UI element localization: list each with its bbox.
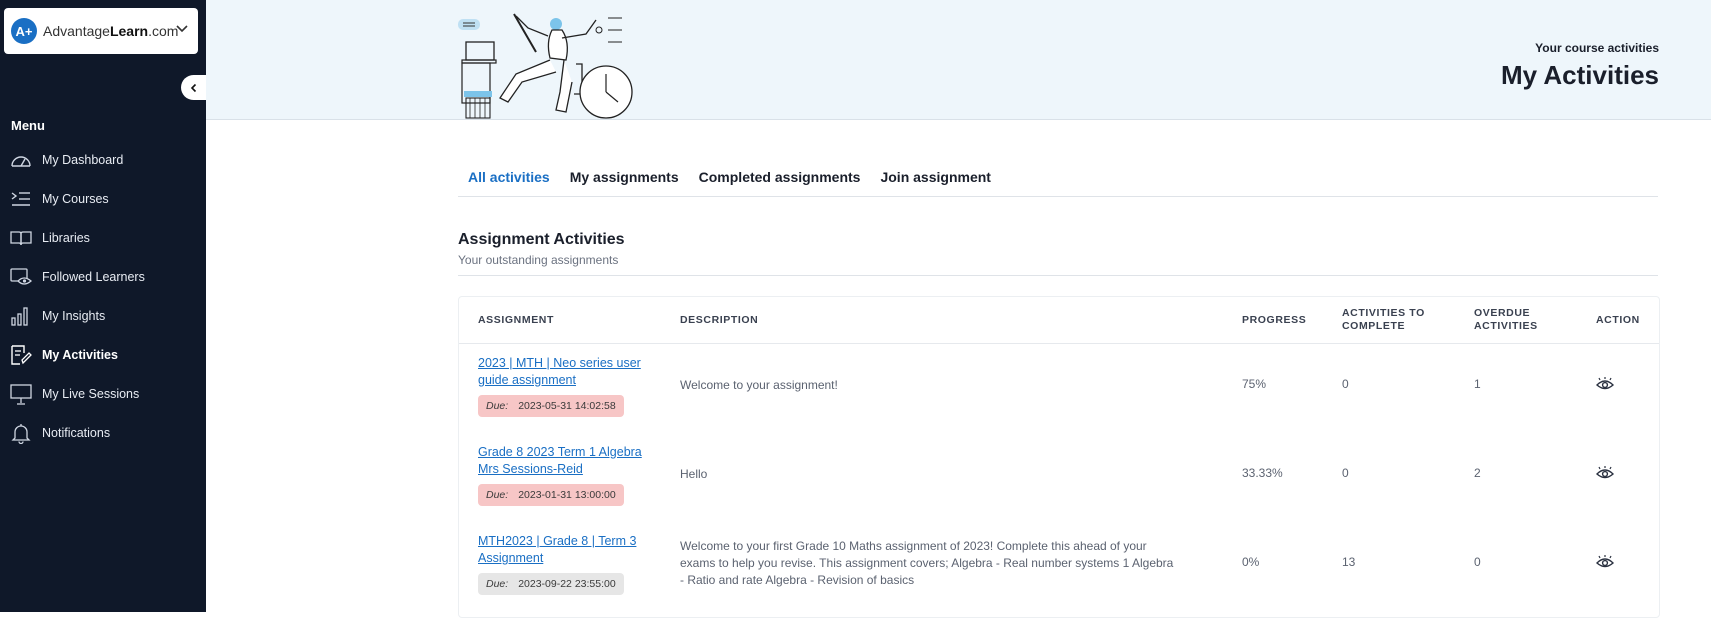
sidebar-item-label: My Dashboard [42,152,124,167]
sidebar-item-live-sessions[interactable]: My Live Sessions [0,374,206,413]
dashboard-gauge-icon [10,149,32,171]
brand-name: AdvantageLearn.com [43,23,178,39]
sidebar-nav: My Dashboard My Courses Libraries Follow… [0,140,206,452]
sidebar-item-followed-learners[interactable]: Followed Learners [0,257,206,296]
column-header-description: DESCRIPTION [680,314,759,326]
header-subtitle: Your course activities [1535,41,1659,55]
tab-my-assignments[interactable]: My assignments [570,160,679,196]
column-header-activities: ACTIVITIES TO COMPLETE [1342,307,1425,333]
activities-to-complete-cell: 0 [1342,377,1349,391]
due-label: Due: [486,489,509,501]
due-date: 2023-05-31 14:02:58 [518,400,616,412]
sidebar-item-courses[interactable]: My Courses [0,179,206,218]
sidebar-item-libraries[interactable]: Libraries [0,218,206,257]
courses-list-icon [10,188,32,210]
column-header-action: ACTION [1596,314,1640,326]
page-title: My Activities [1501,60,1659,90]
eye-card-icon [10,266,32,288]
chevron-down-icon[interactable] [175,22,189,36]
menu-title: Menu [11,118,45,133]
sidebar-item-label: My Courses [42,191,109,206]
sidebar-item-label: Notifications [42,425,111,440]
assignments-table: ASSIGNMENT DESCRIPTION PROGRESS ACTIVITI… [458,296,1660,618]
view-eye-icon[interactable] [1596,377,1614,391]
progress-cell: 0% [1242,555,1260,569]
activities-to-complete-cell: 13 [1342,555,1356,569]
sidebar-item-notifications[interactable]: Notifications [0,413,206,452]
sidebar: A+ AdvantageLearn.com Menu My Dashboard … [0,0,206,612]
brand-bold: Learn [109,23,149,39]
table-row: MTH2023 | Grade 8 | Term 3 Assignment Du… [459,533,1659,621]
table-row: Grade 8 2023 Term 1 Algebra Mrs Sessions… [459,444,1659,532]
brand-logo-icon: A+ [11,18,37,44]
edit-document-icon [10,344,32,366]
assignment-cell: Grade 8 2023 Term 1 Algebra Mrs Sessions… [478,444,648,506]
column-header-activities-line2: COMPLETE [1342,320,1406,332]
due-date: 2023-09-22 23:55:00 [518,578,616,590]
sidebar-item-label: My Activities [42,347,118,362]
section-subtitle: Your outstanding assignments [458,253,619,267]
assignment-cell: 2023 | MTH | Neo series user guide assig… [478,355,648,417]
assignment-link[interactable]: 2023 | MTH | Neo series user guide assig… [478,355,648,389]
presentation-icon [10,383,32,405]
sidebar-item-dashboard[interactable]: My Dashboard [0,140,206,179]
sidebar-item-label: My Live Sessions [42,386,140,401]
activity-tabs: All activities My assignments Completed … [458,160,1658,197]
description-cell: Hello [680,467,708,481]
brand-selector[interactable]: A+ AdvantageLearn.com [4,8,198,54]
column-header-activities-line1: ACTIVITIES TO [1342,307,1425,319]
column-header-progress: PROGRESS [1242,314,1307,326]
tab-completed-assignments[interactable]: Completed assignments [699,160,861,196]
view-eye-icon[interactable] [1596,466,1614,480]
sidebar-item-label: Followed Learners [42,269,145,284]
bar-chart-icon [10,305,32,327]
assignment-cell: MTH2023 | Grade 8 | Term 3 Assignment Du… [478,533,648,595]
column-header-overdue-line1: OVERDUE [1474,307,1531,319]
brand-suffix: .com [148,23,179,39]
overdue-activities-cell: 1 [1474,377,1481,391]
view-eye-icon[interactable] [1596,555,1614,569]
overdue-activities-cell: 2 [1474,466,1481,480]
table-header: ASSIGNMENT DESCRIPTION PROGRESS ACTIVITI… [459,297,1659,344]
brand-prefix: Advantage [43,23,110,39]
sidebar-item-insights[interactable]: My Insights [0,296,206,335]
page-header: Your course activities My Activities [206,0,1711,120]
table-row: 2023 | MTH | Neo series user guide assig… [459,355,1659,443]
bell-icon [10,422,32,444]
due-label: Due: [486,400,509,412]
due-label: Due: [486,578,509,590]
overdue-activities-cell: 0 [1474,555,1481,569]
sidebar-item-activities[interactable]: My Activities [0,335,206,374]
chevron-left-icon [190,83,196,92]
tab-all-activities[interactable]: All activities [468,160,550,196]
progress-cell: 33.33% [1242,466,1283,480]
tab-join-assignment[interactable]: Join assignment [880,160,990,196]
sidebar-item-label: My Insights [42,308,106,323]
assignment-link[interactable]: Grade 8 2023 Term 1 Algebra Mrs Sessions… [478,444,648,478]
person-multitasking-illustration [458,13,633,119]
column-header-assignment: ASSIGNMENT [478,314,555,326]
due-badge: Due: 2023-05-31 14:02:58 [478,395,624,417]
due-date: 2023-01-31 13:00:00 [518,489,616,501]
activities-to-complete-cell: 0 [1342,466,1349,480]
description-cell: Welcome to your assignment! [680,378,838,392]
due-badge: Due: 2023-01-31 13:00:00 [478,484,624,506]
sidebar-item-label: Libraries [42,230,90,245]
column-header-overdue-line2: ACTIVITIES [1474,320,1538,332]
progress-cell: 75% [1242,377,1267,391]
description-cell: Welcome to your first Grade 10 Maths ass… [680,539,1174,587]
assignment-link[interactable]: MTH2023 | Grade 8 | Term 3 Assignment [478,533,648,567]
column-header-overdue: OVERDUE ACTIVITIES [1474,307,1538,333]
due-badge: Due: 2023-09-22 23:55:00 [478,573,624,595]
section-divider [458,275,1658,276]
book-icon [10,227,32,249]
section-title: Assignment Activities [458,231,625,248]
collapse-sidebar-button[interactable] [181,75,206,100]
